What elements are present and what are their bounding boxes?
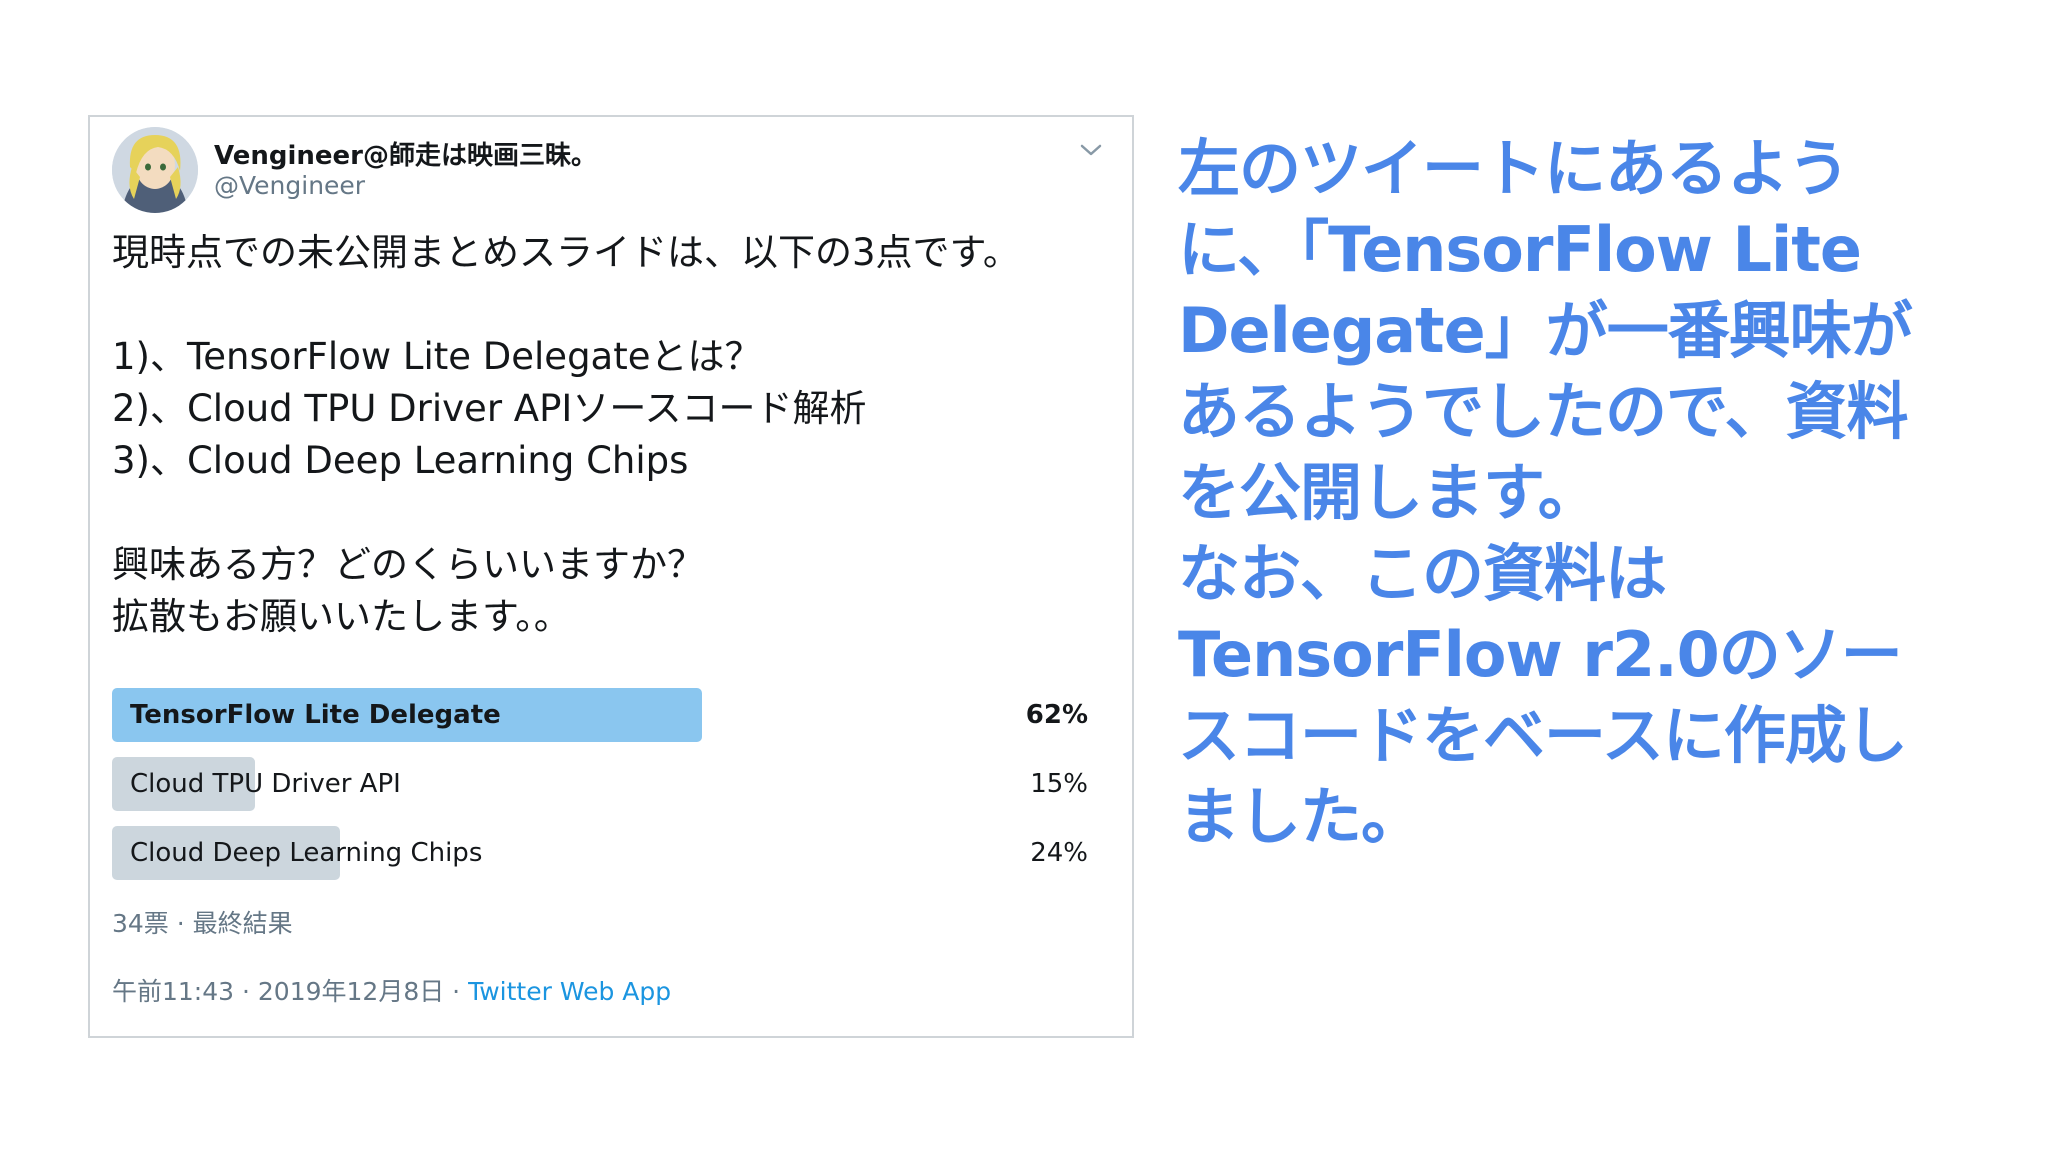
- tweet-text-blank-line: [112, 487, 1102, 539]
- tweet-source-link[interactable]: Twitter Web App: [468, 977, 671, 1006]
- tweet-text-line: 現時点での未公開まとめスライドは、以下の3点です。: [112, 231, 1020, 274]
- caption-line: あるようでしたので、資料: [1178, 375, 1909, 448]
- caption-line: スコードをベースに作成し: [1178, 699, 1908, 772]
- poll-result-summary: 34票 · 最終結果: [112, 909, 293, 938]
- avatar-image: [112, 127, 198, 213]
- tweet-timestamp[interactable]: 午前11:43 · 2019年12月8日 ·: [112, 977, 468, 1006]
- caption-line: を公開します。: [1178, 456, 1600, 529]
- poll-option-label: Cloud TPU Driver API: [130, 769, 401, 799]
- tweet-text-line: 2)、Cloud TPU Driver APIソースコード解析: [112, 387, 867, 430]
- poll-option: Cloud Deep Learning Chips 24%: [112, 826, 1088, 880]
- display-name[interactable]: Vengineer@師走は映画三昧。: [214, 135, 597, 172]
- caption-line: なお、この資料は: [1178, 537, 1667, 610]
- tweet-text-line: 1)、TensorFlow Lite Delegateとは？: [112, 335, 762, 378]
- chevron-down-icon[interactable]: [1076, 135, 1106, 165]
- slide-caption: 左のツイートにあるよう に、「TensorFlow Lite Delegate」…: [1178, 128, 2018, 857]
- user-handle[interactable]: @Vengineer: [214, 171, 365, 200]
- poll-option-label: TensorFlow Lite Delegate: [130, 700, 501, 730]
- tweet-footer: 午前11:43 · 2019年12月8日 · Twitter Web App: [112, 972, 671, 1008]
- caption-line: Delegate」が一番興味が: [1178, 294, 1913, 367]
- poll-option-percent: 15%: [1030, 769, 1088, 799]
- tweet-card: Vengineer@師走は映画三昧。 @Vengineer 現時点での未公開まと…: [88, 115, 1134, 1038]
- tweet-text-line: 3)、Cloud Deep Learning Chips: [112, 439, 689, 482]
- poll-option-percent: 24%: [1030, 838, 1088, 868]
- tweet-text: 現時点での未公開まとめスライドは、以下の3点です。 1)、TensorFlow …: [112, 227, 1102, 643]
- caption-line: 左のツイートにあるよう: [1178, 132, 1850, 205]
- poll-option-percent: 62%: [1025, 700, 1088, 730]
- poll-option-label: Cloud Deep Learning Chips: [130, 838, 483, 868]
- caption-line: ました。: [1178, 780, 1423, 853]
- caption-line: TensorFlow r2.0のソー: [1178, 618, 1903, 691]
- tweet-text-line: 拡散もお願いいたします。。: [112, 595, 571, 638]
- poll-option: TensorFlow Lite Delegate 62%: [112, 688, 1088, 742]
- avatar[interactable]: [112, 127, 198, 213]
- tweet-text-blank-line: [112, 279, 1102, 331]
- caption-line: に、「TensorFlow Lite: [1178, 213, 1862, 286]
- poll: TensorFlow Lite Delegate 62% Cloud TPU D…: [112, 688, 1088, 895]
- tweet-text-line: 興味ある方？どのくらいいますか？: [112, 543, 704, 586]
- poll-option: Cloud TPU Driver API 15%: [112, 757, 1088, 811]
